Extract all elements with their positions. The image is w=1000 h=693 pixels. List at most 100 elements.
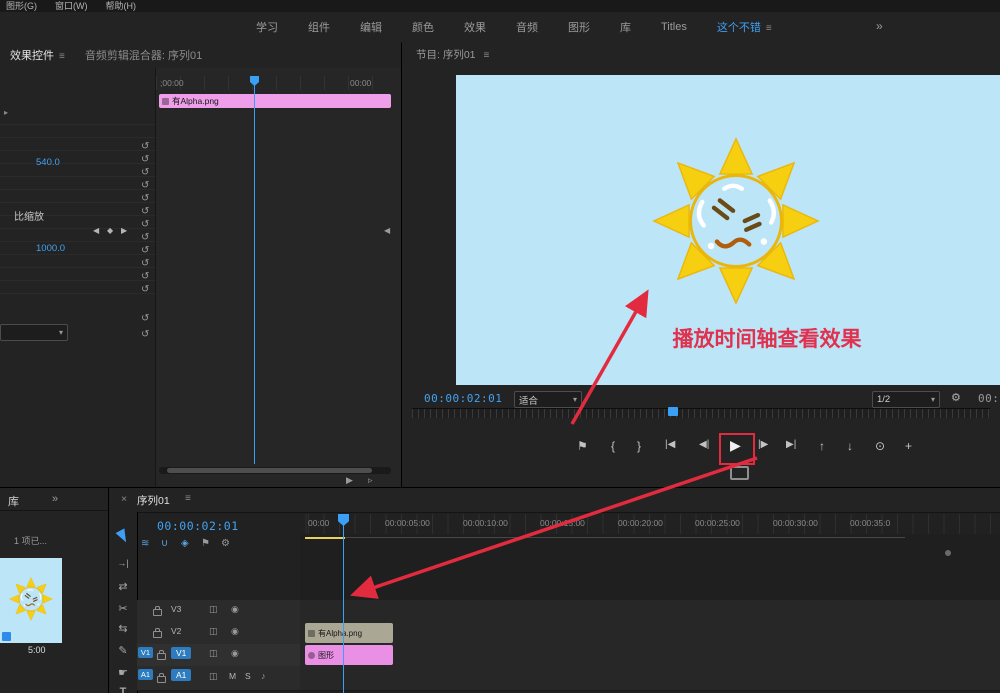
add-marker-icon[interactable]: ⚑ <box>201 538 210 549</box>
track-lock-icon[interactable] <box>157 676 166 683</box>
project-item-thumbnail[interactable] <box>0 558 62 643</box>
step-forward-icon[interactable]: |▶ <box>758 439 768 450</box>
timeline-ruler[interactable]: 00:00 00:00:05:00 00:00:10:00 00:00:15:0… <box>300 514 1000 535</box>
prev-keyframe-icon[interactable]: ◀ <box>93 226 99 235</box>
comparison-view-icon[interactable] <box>730 466 749 480</box>
scale-value[interactable]: 1000.0 <box>36 243 65 254</box>
workspace-tab-editing[interactable]: 编辑 <box>360 19 382 35</box>
lift-icon[interactable]: ↑ <box>819 439 825 453</box>
program-timecode[interactable]: 00:00:02:01 <box>424 392 502 405</box>
reset-parameter-icon[interactable]: ↺ <box>141 142 149 152</box>
step-back-icon[interactable]: ◀| <box>699 439 709 450</box>
menu-item-graphics[interactable]: 图形(G) <box>6 0 37 12</box>
workspace-tab-audio[interactable]: 音频 <box>516 19 538 35</box>
work-area-bar[interactable] <box>305 537 345 539</box>
menu-item-help[interactable]: 帮助(H) <box>106 0 137 12</box>
reset-parameter-icon[interactable]: ↺ <box>141 259 149 269</box>
play-effect-icon[interactable]: ▶ <box>346 475 353 486</box>
clip-alpha-png[interactable]: 有Alpha.png <box>305 623 393 643</box>
workspace-tab-libraries[interactable]: 库 <box>620 19 631 35</box>
linked-selection-icon[interactable]: ◈ <box>181 538 189 549</box>
workspace-menu-icon[interactable]: ≡ <box>766 23 772 34</box>
workspace-tab-graphics[interactable]: 图形 <box>568 19 590 35</box>
track-name-v1[interactable]: V1 <box>171 647 191 659</box>
settings-wrench-icon[interactable]: ⚙ <box>951 391 961 404</box>
nest-sequence-icon[interactable]: ≋ <box>141 538 149 549</box>
selection-tool[interactable] <box>109 530 137 543</box>
snap-icon[interactable]: ∪ <box>161 538 168 549</box>
export-frame-icon[interactable]: ⊙ <box>875 439 885 453</box>
program-scrub-bar[interactable] <box>412 408 990 418</box>
reset-parameter-icon[interactable]: ↺ <box>141 194 149 204</box>
timeline-timecode[interactable]: 00:00:02:01 <box>157 519 239 533</box>
next-keyframe-icon[interactable]: ▶ <box>121 226 127 235</box>
sync-lock-icon[interactable]: ◫ <box>209 671 218 682</box>
tab-effect-controls[interactable]: 效果控件≡ <box>0 47 75 63</box>
track-lane-a1[interactable] <box>300 666 1000 691</box>
workspace-tab-effects[interactable]: 效果 <box>464 19 486 35</box>
hand-tool[interactable]: ☛ <box>109 666 137 679</box>
track-lane-v2[interactable] <box>300 622 1000 645</box>
track-header-v1[interactable]: V1 V1 ◫ ◉ <box>137 644 300 667</box>
add-keyframe-icon[interactable]: ◆ <box>107 226 113 235</box>
sync-lock-icon[interactable]: ◫ <box>209 626 218 637</box>
reset-parameter-icon[interactable]: ↺ <box>141 330 149 340</box>
video-preview-frame[interactable]: 播放时间轴查看效果 <box>456 75 1000 385</box>
fit-dropdown[interactable]: 适合▾ <box>514 391 582 408</box>
go-to-out-icon[interactable]: ▶| <box>786 439 796 450</box>
toggle-track-output-icon[interactable]: ◉ <box>231 648 239 659</box>
sync-lock-icon[interactable]: ◫ <box>209 604 218 615</box>
type-tool[interactable]: T <box>109 686 137 693</box>
reset-parameter-icon[interactable]: ↺ <box>141 272 149 282</box>
slip-tool[interactable]: ⇆ <box>109 622 137 635</box>
track-header-a1[interactable]: A1 A1 ◫ M S ♪ <box>137 666 300 691</box>
project-panel-title[interactable]: 库 <box>8 493 19 509</box>
track-name-a1[interactable]: A1 <box>171 669 191 681</box>
blend-mode-dropdown[interactable]: ▾ <box>0 324 68 341</box>
mini-timeline-playhead[interactable] <box>254 76 255 464</box>
reset-parameter-icon[interactable]: ↺ <box>141 181 149 191</box>
keyframe-nav-icon[interactable]: ◀ <box>384 226 390 235</box>
workspace-tab-color[interactable]: 颜色 <box>412 19 434 35</box>
workspace-tab-assembly[interactable]: 组件 <box>308 19 330 35</box>
mark-out-icon[interactable]: } <box>637 439 641 453</box>
position-value[interactable]: 540.0 <box>36 157 60 168</box>
timeline-tab-label[interactable]: 序列01 <box>137 493 170 508</box>
mini-timeline-ruler[interactable]: ;00:00 00:00 <box>156 76 395 90</box>
voiceover-mic-icon[interactable]: ♪ <box>261 671 266 681</box>
toggle-track-output-icon[interactable]: ◉ <box>231 604 239 615</box>
tab-audio-clip-mixer[interactable]: 音频剪辑混合器: 序列01 <box>75 47 212 63</box>
ripple-edit-tool[interactable]: ⇄ <box>109 580 137 593</box>
track-select-tool[interactable]: →| <box>109 558 137 568</box>
track-name-v2[interactable]: V2 <box>171 626 181 636</box>
play-around-icon[interactable]: ▹ <box>368 475 373 486</box>
track-header-v3[interactable]: V3 ◫ ◉ <box>137 600 300 623</box>
panel-collapse-icon[interactable]: » <box>52 493 58 505</box>
program-panel-menu-icon[interactable]: ≡ <box>483 50 489 61</box>
reset-parameter-icon[interactable]: ↺ <box>141 233 149 243</box>
effect-controls-panel-menu-icon[interactable]: ≡ <box>59 51 65 62</box>
go-to-in-icon[interactable]: |◀ <box>665 439 675 450</box>
reset-parameter-icon[interactable]: ↺ <box>141 220 149 230</box>
close-tab-icon[interactable]: × <box>121 493 127 505</box>
workspace-tab-titles[interactable]: Titles <box>661 21 687 33</box>
add-marker-icon[interactable]: ⚑ <box>577 439 588 453</box>
timeline-settings-icon[interactable]: ⚙ <box>221 538 230 549</box>
sync-lock-icon[interactable]: ◫ <box>209 648 218 659</box>
track-lock-icon[interactable] <box>153 609 162 616</box>
mute-track-button[interactable]: M <box>229 671 236 681</box>
section-collapse-icon[interactable]: ▸ <box>4 108 8 117</box>
toggle-track-output-icon[interactable]: ◉ <box>231 626 239 637</box>
mini-timeline-clip[interactable]: 有Alpha.png <box>159 94 391 108</box>
reset-parameter-icon[interactable]: ↺ <box>141 246 149 256</box>
track-lane-v1[interactable] <box>300 644 1000 667</box>
menu-item-window[interactable]: 窗口(W) <box>55 0 88 12</box>
track-name-v3[interactable]: V3 <box>171 604 181 614</box>
source-patch-v1[interactable]: V1 <box>138 647 153 658</box>
solo-track-button[interactable]: S <box>245 671 251 681</box>
track-lock-icon[interactable] <box>153 631 162 638</box>
workspace-overflow-icon[interactable]: » <box>876 19 883 33</box>
reset-parameter-icon[interactable]: ↺ <box>141 155 149 165</box>
button-editor-icon[interactable]: + <box>905 439 912 453</box>
mini-timeline-scrollbar[interactable] <box>159 467 391 474</box>
